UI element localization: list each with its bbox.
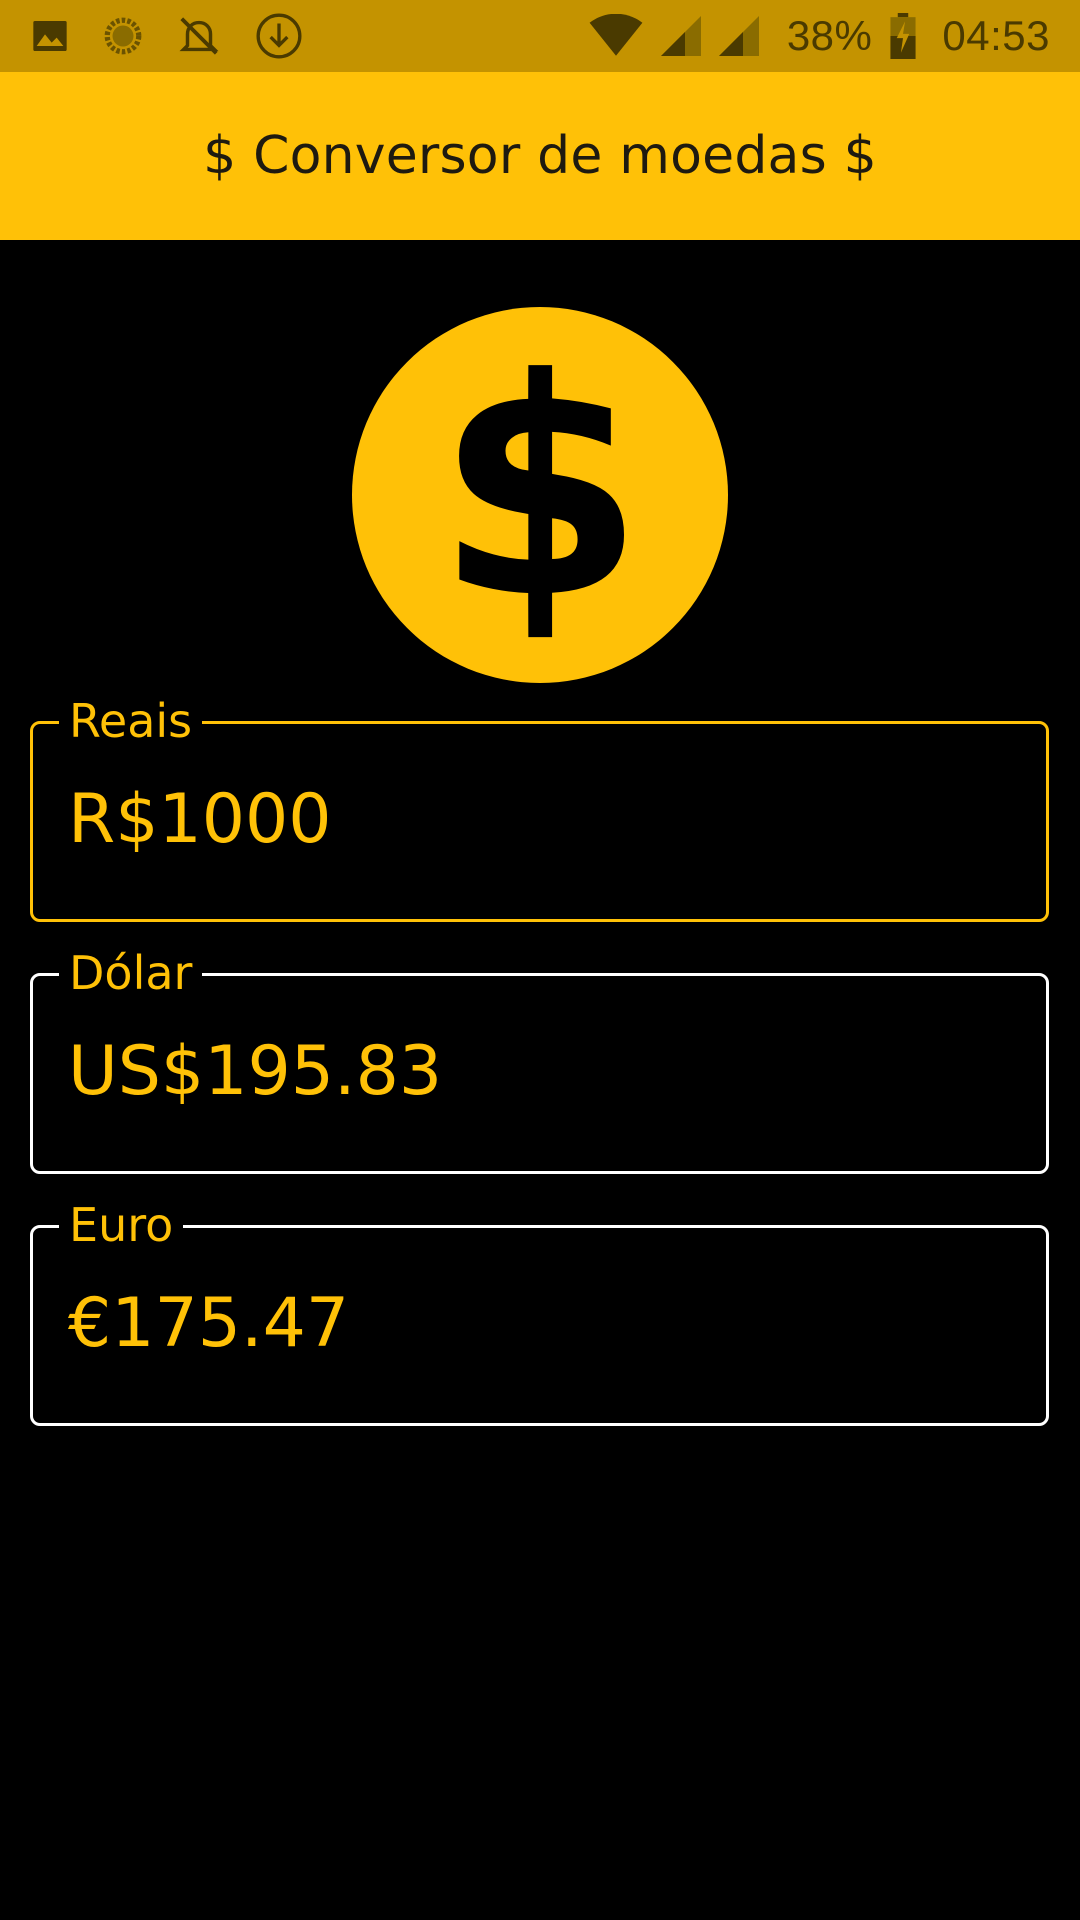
image-icon — [30, 16, 70, 56]
reais-field[interactable]: Reais R$1000 — [30, 698, 1049, 922]
battery-charging-icon — [890, 13, 916, 59]
reais-label: Reais — [59, 698, 203, 744]
euro-label: Euro — [59, 1202, 184, 1248]
page-title: $ Conversor de moedas $ — [203, 126, 877, 186]
dolar-input[interactable]: US$195.83 — [68, 1034, 442, 1110]
status-bar-left — [30, 11, 304, 61]
notifications-off-icon — [176, 13, 222, 59]
svg-text:$: $ — [436, 315, 645, 664]
euro-input[interactable]: €175.47 — [68, 1286, 349, 1362]
dolar-field[interactable]: Dólar US$195.83 — [30, 950, 1049, 1174]
reais-input[interactable]: R$1000 — [68, 782, 332, 858]
dollar-coin-icon: $ — [352, 307, 728, 683]
euro-field[interactable]: Euro €175.47 — [30, 1202, 1049, 1426]
loading-icon — [102, 15, 144, 57]
status-bar: 38% 04:53 — [0, 0, 1080, 72]
wifi-icon — [589, 14, 643, 58]
status-bar-right: 38% 04:53 — [589, 12, 1050, 60]
download-icon — [254, 11, 304, 61]
battery-percent: 38% — [786, 12, 873, 59]
app-bar: $ Conversor de moedas $ — [0, 72, 1080, 240]
signal-icon — [660, 16, 701, 56]
signal-icon — [718, 16, 759, 56]
dolar-label: Dólar — [59, 950, 203, 996]
clock: 04:53 — [942, 12, 1050, 59]
